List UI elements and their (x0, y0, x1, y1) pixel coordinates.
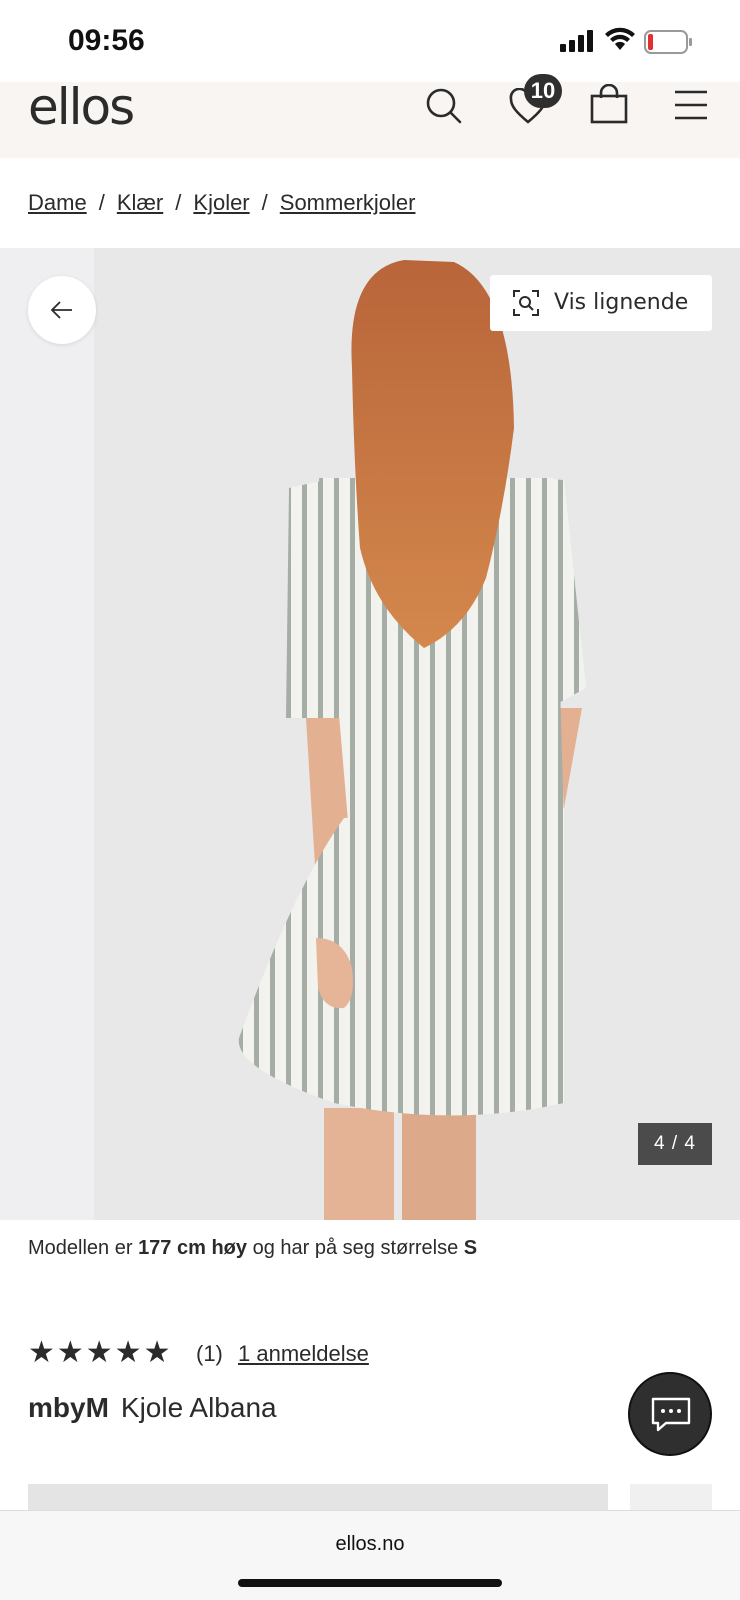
search-icon[interactable] (424, 86, 464, 126)
signal-icon (560, 30, 593, 52)
product-image-gallery[interactable]: Vis lignende 4 / 4 (0, 248, 740, 1220)
model-height: 177 cm høy (138, 1237, 248, 1259)
model-size: S (463, 1237, 478, 1259)
rating-count: (1) (196, 1341, 223, 1366)
visual-search-button[interactable]: Vis lignende (490, 275, 712, 331)
previous-image-peek[interactable] (0, 248, 94, 1220)
breadcrumb-klaer[interactable]: Klær (117, 190, 163, 215)
model-info: Modellen er 177 cm høy og har på seg stø… (28, 1237, 478, 1259)
chat-icon (651, 1397, 691, 1432)
product-brand[interactable]: mbyM (28, 1392, 109, 1423)
ellos-logo[interactable]: ellos (28, 82, 135, 132)
status-time: 09:56 (68, 24, 145, 57)
home-indicator (238, 1579, 502, 1587)
menu-icon[interactable] (674, 90, 708, 120)
browser-url-bar[interactable]: ellos.no (0, 1510, 740, 1600)
dress-photo-illustration (94, 248, 740, 1220)
reviews-link[interactable]: 1 anmeldelse (238, 1341, 369, 1367)
breadcrumb-dame[interactable]: Dame (28, 190, 87, 215)
shopping-bag-icon[interactable] (590, 84, 628, 124)
breadcrumb-sommerkjoler[interactable]: Sommerkjoler (280, 190, 416, 215)
previous-image-button[interactable] (28, 276, 96, 344)
url-text[interactable]: ellos.no (0, 1533, 740, 1556)
product-name: Kjole Albana (120, 1392, 277, 1423)
battery-icon (644, 30, 692, 54)
image-counter: 4 / 4 (638, 1123, 712, 1165)
visual-search-icon (513, 290, 539, 316)
product-title: mbyM Kjole Albana (28, 1392, 277, 1424)
site-header: ellos 10 (0, 74, 740, 158)
arrow-left-icon (50, 301, 72, 319)
rating-stars: ★★★★★ (28, 1336, 173, 1369)
chat-button[interactable] (628, 1372, 712, 1456)
breadcrumb-kjoler[interactable]: Kjoler (193, 190, 249, 215)
status-bar: 09:56 (0, 0, 740, 82)
breadcrumb: Dame / Klær / Kjoler / Sommerkjoler (28, 190, 416, 215)
product-image[interactable] (94, 248, 740, 1220)
wishlist-count-badge: 10 (524, 74, 562, 108)
visual-search-label: Vis lignende (554, 290, 689, 315)
wifi-icon (605, 27, 635, 50)
